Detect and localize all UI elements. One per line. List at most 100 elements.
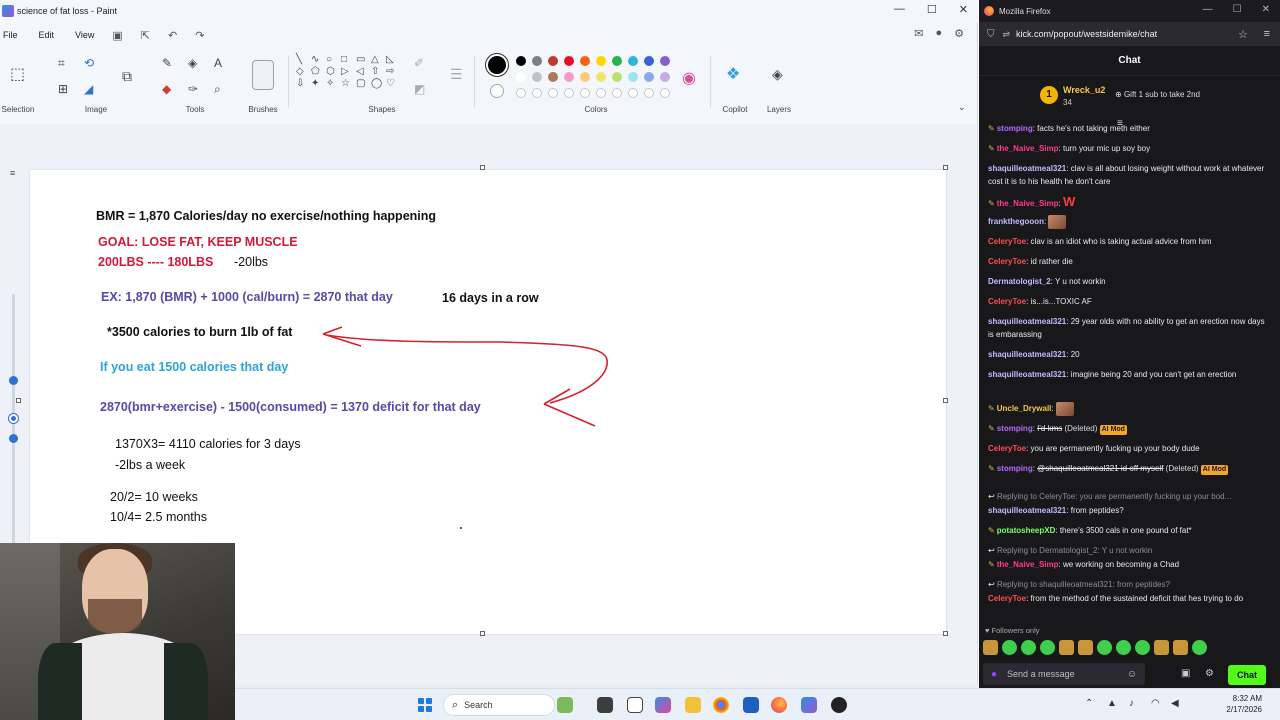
- network-icon[interactable]: ▲: [1107, 698, 1117, 709]
- resize-icon[interactable]: ⟲: [84, 56, 94, 70]
- chat-username[interactable]: potatosheepXD: [997, 526, 1056, 535]
- menu-view[interactable]: View: [75, 30, 94, 40]
- brush-icon[interactable]: [252, 60, 274, 90]
- photos-icon[interactable]: [743, 697, 759, 713]
- color-swatch[interactable]: [644, 72, 654, 82]
- chat-send-button[interactable]: Chat: [1228, 665, 1266, 685]
- emote-3[interactable]: [1021, 640, 1036, 655]
- maximize-icon[interactable]: ☐: [927, 3, 937, 16]
- color-swatch[interactable]: [564, 56, 574, 66]
- gift-leaderboard[interactable]: 1 Wreck_u2 34 ⊕ Gift 1 sub to take 2nd: [979, 76, 1273, 120]
- custom-color-swatch[interactable]: [532, 88, 542, 98]
- chat-settings-icon[interactable]: ⚙: [1205, 668, 1214, 679]
- color-swatch[interactable]: [580, 56, 590, 66]
- remove-bg-icon[interactable]: ⊞: [58, 82, 68, 96]
- resize-handle-right[interactable]: [943, 398, 948, 403]
- wifi-icon[interactable]: ◠: [1151, 698, 1160, 709]
- zoom-knob-lower[interactable]: [9, 434, 18, 443]
- primary-color-swatch[interactable]: [486, 54, 508, 76]
- color-swatch[interactable]: [660, 72, 670, 82]
- chat-username[interactable]: shaquilleoatmeal321: [988, 164, 1066, 173]
- menu-file[interactable]: File: [3, 30, 18, 40]
- color-swatch[interactable]: [644, 56, 654, 66]
- chat-username[interactable]: CeleryToe: [988, 444, 1026, 453]
- chat-username[interactable]: shaquilleoatmeal321: [988, 370, 1066, 379]
- feedback-icon[interactable]: ✉: [914, 27, 923, 40]
- chat-username[interactable]: shaquilleoatmeal321: [988, 317, 1066, 326]
- chat-username[interactable]: Dermatologist_2: [988, 277, 1051, 286]
- notepad-icon[interactable]: [627, 697, 643, 713]
- custom-color-swatch[interactable]: [628, 88, 638, 98]
- mic-icon[interactable]: ●: [991, 669, 997, 680]
- custom-color-swatch[interactable]: [580, 88, 590, 98]
- color-swatch[interactable]: [628, 72, 638, 82]
- volume-icon[interactable]: ◀: [1171, 698, 1179, 709]
- zoom-knob[interactable]: [9, 376, 18, 385]
- chat-username[interactable]: Uncle_Drywall: [997, 404, 1052, 413]
- custom-color-swatch[interactable]: [644, 88, 654, 98]
- gift-sub-prompt[interactable]: ⊕ Gift 1 sub to take 2nd: [1115, 90, 1200, 99]
- color-swatch[interactable]: [596, 56, 606, 66]
- chat-username[interactable]: stomping: [997, 124, 1033, 133]
- emote-10[interactable]: [1154, 640, 1169, 655]
- chat-tools-icon[interactable]: ▣: [1181, 668, 1190, 679]
- shape-size-icon[interactable]: ☰: [450, 66, 463, 83]
- crop-icon[interactable]: ⌗: [58, 56, 65, 71]
- color-swatch[interactable]: [660, 56, 670, 66]
- site-info-icon[interactable]: ⇌: [1003, 29, 1011, 40]
- resize-handle-top[interactable]: [480, 165, 485, 170]
- color-swatch[interactable]: [612, 56, 622, 66]
- close-icon[interactable]: ✕: [959, 3, 968, 16]
- mic-icon[interactable]: ♪: [1129, 698, 1134, 709]
- emote-9[interactable]: [1135, 640, 1150, 655]
- shape-fill-icon[interactable]: ◩: [414, 82, 425, 96]
- ff-minimize-icon[interactable]: —: [1203, 4, 1213, 15]
- emote-12[interactable]: [1192, 640, 1207, 655]
- custom-color-swatch[interactable]: [660, 88, 670, 98]
- account-icon[interactable]: ●: [935, 27, 942, 40]
- eraser-icon[interactable]: ◆: [162, 82, 171, 96]
- menu-edit[interactable]: Edit: [39, 30, 55, 40]
- custom-color-swatch[interactable]: [548, 88, 558, 98]
- outline-icon[interactable]: ✐: [414, 56, 424, 70]
- emoji-icon[interactable]: ☺: [1127, 669, 1137, 680]
- emote-bar[interactable]: [983, 640, 1207, 655]
- edit-colors-icon[interactable]: ◉: [682, 68, 696, 88]
- taskbar-clock[interactable]: 8:32 AM 2/17/2026: [1226, 693, 1262, 715]
- tray-chevron-icon[interactable]: ⌃: [1085, 698, 1093, 709]
- color-swatch[interactable]: [548, 72, 558, 82]
- panel-toggle-icon[interactable]: ≡: [10, 168, 15, 178]
- chat-username[interactable]: shaquilleoatmeal321: [988, 350, 1066, 359]
- color-swatch[interactable]: [516, 56, 526, 66]
- resize-handle-bottom[interactable]: [480, 631, 485, 636]
- chat-username[interactable]: the_Naive_Simp: [997, 144, 1059, 153]
- color-swatch[interactable]: [580, 72, 590, 82]
- chat-username[interactable]: CeleryToe: [988, 297, 1026, 306]
- color-swatch[interactable]: [596, 72, 606, 82]
- redo-icon[interactable]: ↷: [195, 29, 204, 42]
- chat-username[interactable]: the_Naive_Simp: [997, 199, 1059, 208]
- emote-8[interactable]: [1116, 640, 1131, 655]
- paint-taskbar-icon[interactable]: [801, 697, 817, 713]
- magnifier-icon[interactable]: ⌕: [214, 82, 221, 97]
- custom-color-swatch[interactable]: [516, 88, 526, 98]
- file-explorer-icon[interactable]: [685, 697, 701, 713]
- task-view-icon[interactable]: [597, 697, 613, 713]
- zoom-knob-active[interactable]: [9, 414, 18, 423]
- resize-handle-bottom-right[interactable]: [943, 631, 948, 636]
- custom-color-swatch[interactable]: [612, 88, 622, 98]
- chat-username[interactable]: CeleryToe: [988, 237, 1026, 246]
- chat-username[interactable]: shaquilleoatmeal321: [988, 506, 1066, 515]
- color-swatch[interactable]: [628, 56, 638, 66]
- ribbon-collapse-icon[interactable]: ⌄: [958, 102, 966, 113]
- settings-gear-icon[interactable]: ⚙: [954, 27, 964, 40]
- copilot-taskbar-icon[interactable]: [655, 697, 671, 713]
- color-swatch[interactable]: [548, 56, 558, 66]
- share-icon[interactable]: ⇱: [141, 29, 150, 42]
- chat-username[interactable]: stomping: [997, 464, 1033, 473]
- emote-6[interactable]: [1078, 640, 1093, 655]
- shield-icon[interactable]: ⛉: [987, 29, 995, 40]
- chat-username[interactable]: the_Naive_Simp: [997, 560, 1059, 569]
- color-swatch[interactable]: [532, 72, 542, 82]
- fill-icon[interactable]: ◈: [188, 56, 197, 70]
